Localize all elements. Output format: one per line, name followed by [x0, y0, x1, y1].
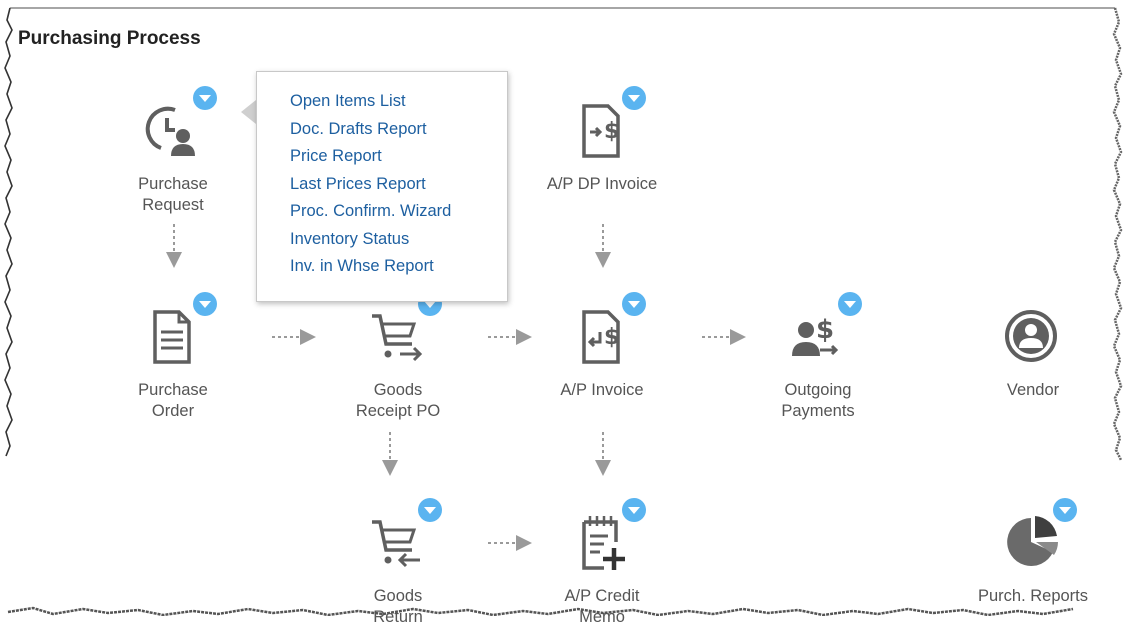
node-purchase-order[interactable]: Purchase Order	[93, 292, 253, 422]
arrow-return-to-credit-memo	[488, 535, 532, 551]
goods-return-label-line2: Return	[373, 608, 423, 626]
purch-reports-label: Purch. Reports	[977, 587, 1089, 605]
menu-item-open-items-list-label: Open Items List	[290, 92, 406, 110]
vendor-label: Vendor	[1006, 381, 1060, 399]
document-icon	[153, 310, 191, 364]
menu-item-inventory-status[interactable]: Inventory Status	[290, 226, 507, 254]
page-title: Purchasing Process	[18, 28, 201, 49]
clock-person-icon	[145, 106, 195, 156]
purchase-request-label-line1: Purchase	[138, 175, 208, 193]
cart-arrow-left-icon	[372, 520, 420, 568]
ap-dp-invoice-label: A/P DP Invoice	[546, 175, 658, 193]
purchase-order-label-line1: Purchase	[138, 381, 208, 399]
purch-reports-dropdown-caret[interactable]	[1053, 498, 1077, 522]
purchase-request-dropdown-caret[interactable]	[193, 86, 217, 110]
outgoing-payments-label-line2: Payments	[781, 402, 855, 420]
arrow-invoice-to-payments	[702, 329, 746, 345]
calendar-plus-icon	[582, 516, 625, 570]
node-goods-receipt-po[interactable]: Goods Receipt PO	[318, 292, 478, 422]
ap-dp-invoice-dropdown-caret[interactable]	[622, 86, 646, 110]
person-dollar-icon: $	[792, 315, 839, 356]
menu-item-price-report[interactable]: Price Report	[290, 143, 507, 171]
purchase-request-label-line2: Request	[142, 196, 204, 214]
purchase-request-popup-menu: Open Items List Doc. Drafts Report Price…	[256, 71, 508, 302]
node-ap-invoice[interactable]: $ A/P Invoice	[522, 292, 682, 401]
ap-credit-memo-label-line2: Memo	[579, 608, 625, 626]
purchase-order-dropdown-caret[interactable]	[193, 292, 217, 316]
arrow-order-to-receipt	[272, 329, 316, 345]
svg-text:$: $	[604, 119, 619, 144]
node-ap-dp-invoice[interactable]: $ A/P DP Invoice	[522, 86, 682, 195]
outgoing-payments-dropdown-caret[interactable]	[838, 292, 862, 316]
popup-pointer	[241, 100, 256, 124]
svg-text:$: $	[604, 325, 619, 350]
svg-text:$: $	[816, 315, 834, 345]
goods-return-dropdown-caret[interactable]	[418, 498, 442, 522]
menu-item-doc-drafts-report[interactable]: Doc. Drafts Report	[290, 116, 507, 144]
ap-credit-memo-label-line1: A/P Credit	[564, 587, 640, 605]
ap-invoice-dropdown-caret[interactable]	[622, 292, 646, 316]
goods-return-label-line1: Goods	[373, 587, 423, 605]
node-purch-reports[interactable]: Purch. Reports	[953, 498, 1113, 607]
node-vendor[interactable]: Vendor	[953, 306, 1113, 401]
document-dollar-return-icon: $	[582, 310, 620, 364]
node-ap-credit-memo[interactable]: A/P Credit Memo	[522, 498, 682, 628]
node-goods-return[interactable]: Goods Return	[318, 498, 478, 628]
outgoing-payments-label-line1: Outgoing	[784, 381, 852, 399]
arrow-dp-invoice-to-invoice	[595, 224, 611, 268]
node-purchase-request[interactable]: Purchase Request	[93, 86, 253, 216]
menu-item-last-prices-report[interactable]: Last Prices Report	[290, 171, 507, 199]
arrow-receipt-to-invoice	[488, 329, 532, 345]
arrow-receipt-to-return	[382, 432, 398, 476]
pie-chart-icon	[1007, 516, 1058, 566]
purchase-order-label-line2: Order	[151, 402, 195, 420]
goods-receipt-po-label-line2: Receipt PO	[355, 402, 441, 420]
node-outgoing-payments[interactable]: $ Outgoing Payments	[738, 292, 898, 422]
menu-item-inv-in-whse-report[interactable]: Inv. in Whse Report	[290, 253, 507, 281]
goods-receipt-po-label-line1: Goods	[373, 381, 423, 399]
menu-item-open-items-list[interactable]: Open Items List	[290, 88, 507, 116]
person-circle-icon	[1005, 310, 1057, 362]
ap-invoice-label: A/P Invoice	[560, 381, 644, 399]
ap-credit-memo-dropdown-caret[interactable]	[622, 498, 646, 522]
cart-arrow-right-icon	[372, 314, 423, 362]
menu-item-proc-confirm-wizard[interactable]: Proc. Confirm. Wizard	[290, 198, 507, 226]
arrow-invoice-to-credit-memo	[595, 432, 611, 476]
document-dollar-icon: $	[582, 104, 620, 158]
arrow-request-to-order	[166, 224, 182, 268]
